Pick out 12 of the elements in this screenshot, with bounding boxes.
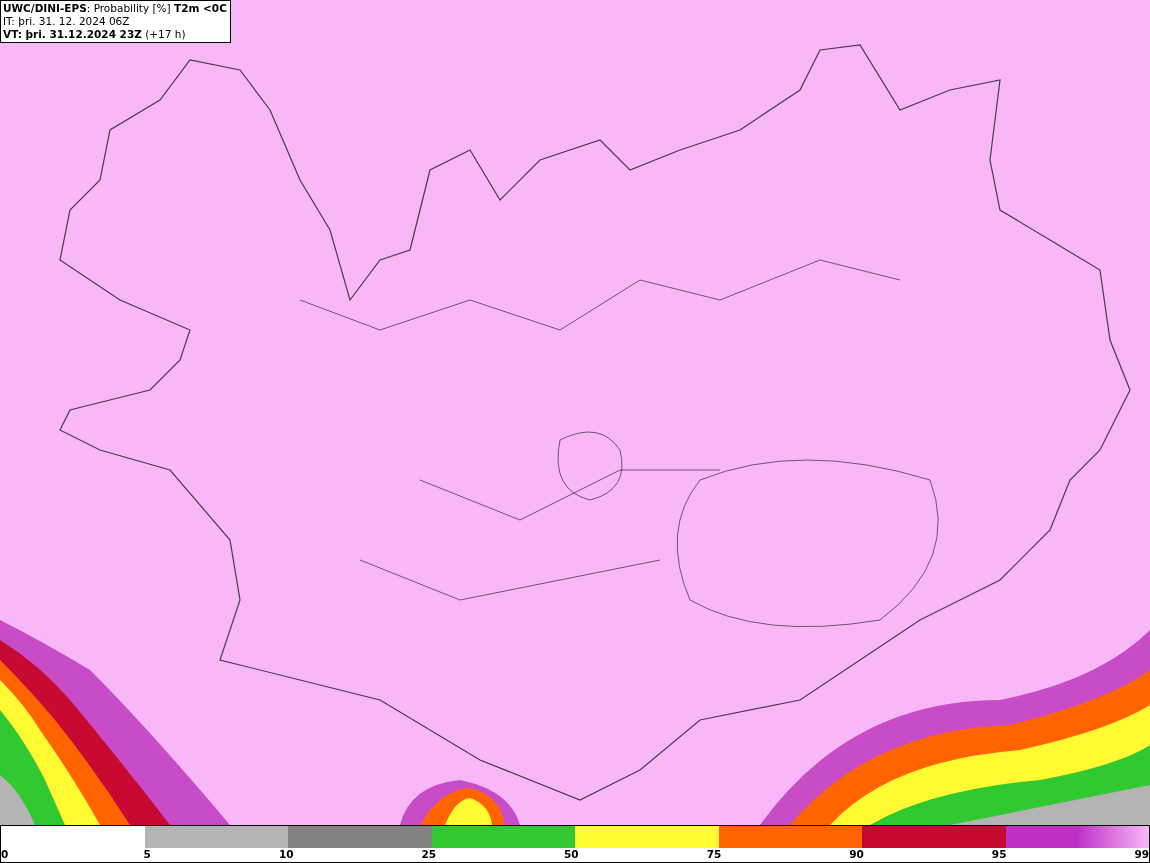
initial-time: IT: þri. 31. 12. 2024 06Z [3,15,131,28]
legend-label: 50 [563,848,579,861]
legend-label: 99 [1133,848,1150,861]
legend-label: 90 [848,848,864,861]
map-title: UWC/DINI-EPS: Probability [%] T2m <0C [3,2,227,15]
legend-label: 5 [142,848,151,861]
legend-label: 75 [705,848,722,861]
legend-label: 95 [990,848,1007,861]
valid-time: VT: þri. 31.12.2024 23Z (+17 h) [3,28,187,41]
legend-label: 25 [420,848,437,861]
legend-label: 0 [1,848,9,861]
legend-label: 10 [277,848,294,861]
